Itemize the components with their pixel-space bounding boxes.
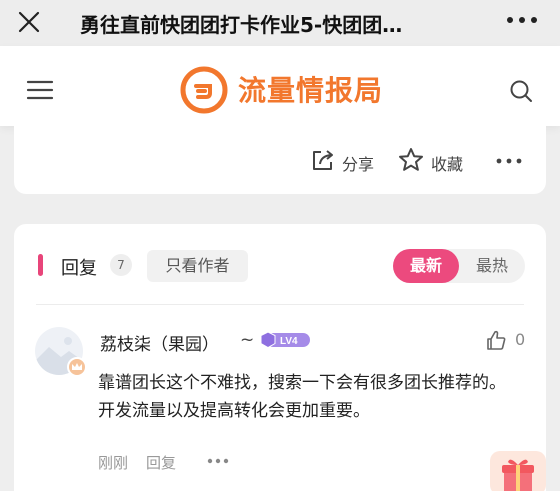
level-label: LV4: [280, 336, 298, 347]
post-actions-card: 分享 收藏: [14, 126, 546, 194]
sort-newest-tab[interactable]: 最新: [393, 249, 459, 283]
thumbs-up-icon[interactable]: [485, 329, 507, 351]
site-header: 流量情报局: [0, 46, 560, 126]
section-accent-bar: [38, 254, 43, 276]
more-options-icon[interactable]: [496, 158, 522, 164]
username-suffix: ~: [240, 330, 255, 350]
comments-title: 回复: [61, 258, 97, 279]
divider: [36, 304, 524, 305]
star-icon[interactable]: [397, 146, 425, 174]
like-count: 0: [515, 330, 526, 349]
close-icon[interactable]: [16, 9, 42, 35]
sort-hottest-tab[interactable]: 最热: [459, 249, 525, 283]
avatar[interactable]: [35, 327, 87, 379]
logo-text: 流量情报局: [238, 74, 384, 107]
author-only-button[interactable]: 只看作者: [147, 250, 248, 282]
favorite-button[interactable]: 收藏: [431, 151, 463, 175]
page-title: 勇往直前快团团打卡作业5-快团团…: [80, 13, 403, 37]
sort-toggle: 最新 最热: [393, 249, 525, 283]
more-icon[interactable]: [502, 10, 542, 30]
comment-timestamp: 刚刚: [98, 454, 129, 472]
comment-username[interactable]: 荔枝柒（果园）: [100, 330, 219, 355]
comment-more-icon[interactable]: [207, 458, 229, 464]
share-icon[interactable]: [310, 147, 336, 173]
level-badge: LV4: [260, 331, 310, 349]
comment-body: 靠谱团长这个不难找，搜索一下会有很多团长推荐的。开发流量以及提高转化会更加重要。: [98, 373, 506, 421]
comments-card: 回复 7 只看作者 最新 最热 荔枝柒（果园） ~ LV4 0 靠谱团长这个不难…: [14, 224, 546, 491]
hamburger-icon[interactable]: [26, 79, 54, 101]
search-icon[interactable]: [509, 79, 533, 103]
share-button[interactable]: 分享: [342, 151, 374, 175]
logo-icon: [180, 66, 228, 114]
comments-count-badge: 7: [110, 254, 132, 276]
gift-icon[interactable]: [490, 451, 546, 491]
reply-button[interactable]: 回复: [146, 452, 176, 473]
top-bar: 勇往直前快团团打卡作业5-快团团…: [0, 0, 560, 46]
